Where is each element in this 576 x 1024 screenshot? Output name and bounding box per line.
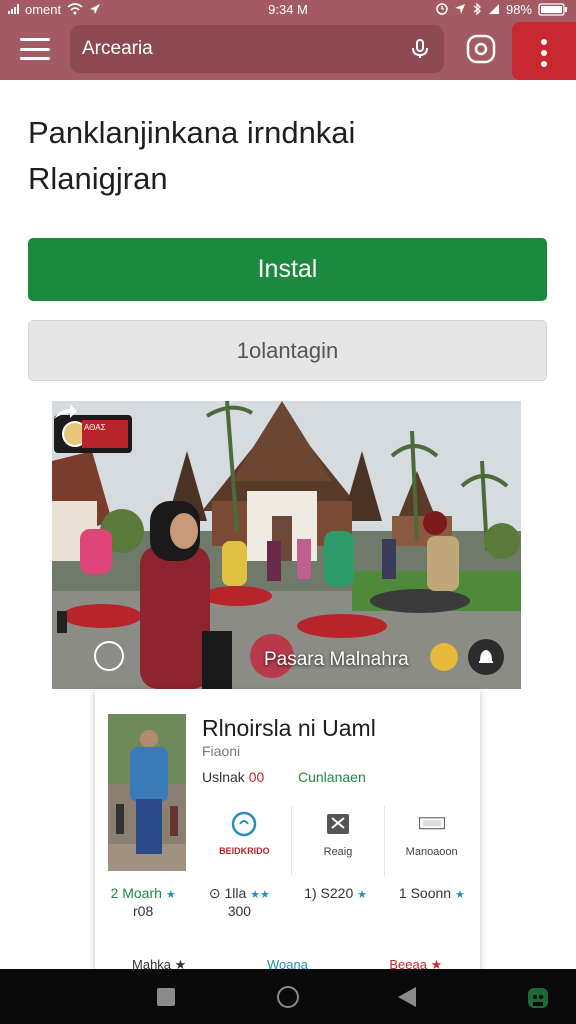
more-options-button[interactable] — [512, 22, 576, 80]
rating-value: 1 Soonn — [398, 885, 452, 901]
rating-value: 2 Moarh — [110, 885, 162, 901]
assistant-icon[interactable] — [526, 984, 550, 1010]
rating-value: 1) S220 — [304, 885, 354, 901]
screen-icon — [418, 817, 445, 830]
star-icon: ★ — [454, 889, 465, 901]
info-card[interactable]: Rlnoirsla ni Uaml Fiaoni Uslnak 00 Cunla… — [95, 689, 480, 979]
share-icon[interactable] — [52, 401, 78, 423]
search-input[interactable] — [82, 25, 382, 73]
mic-icon[interactable] — [408, 37, 432, 61]
bell-icon — [479, 650, 493, 663]
stats-row: BEIDKRIDO Reaig Manoaoon — [198, 806, 478, 876]
home-icon[interactable] — [277, 986, 299, 1008]
rating-sub: 300 — [227, 903, 252, 919]
card-photo-scene — [108, 714, 186, 871]
system-nav-bar — [0, 969, 576, 1024]
back-icon[interactable] — [398, 987, 416, 1007]
ratings-row: 2 Moarh ★ r08 ⊙ 1lla ★★ 300 1) S220 ★ 1 … — [95, 885, 480, 919]
menu-icon[interactable] — [20, 38, 50, 60]
coin-icon — [430, 643, 458, 671]
rating-value: ⊙ 1lla — [208, 885, 247, 901]
card-meta-link[interactable]: Cunlanaen — [298, 769, 366, 785]
hero-action-button[interactable] — [468, 639, 504, 675]
page-title-line2: Rlanigjran — [28, 161, 168, 196]
recents-icon[interactable] — [157, 988, 175, 1006]
card-meta-label: Uslnak — [202, 769, 245, 785]
rating-item[interactable]: 2 Moarh ★ r08 — [95, 885, 191, 919]
hero-image[interactable]: ΑΘΑΣ Pasara Malnahra — [52, 401, 521, 689]
status-bar: oment 9:34 M 98% — [0, 0, 576, 18]
page-title: Panklanjinkana irndnkai Rlanigjran — [28, 110, 558, 202]
install-button[interactable]: Instal — [28, 238, 547, 301]
clock-icon — [232, 811, 257, 837]
replay-icon[interactable] — [94, 641, 124, 671]
star-icon: ★ — [357, 889, 368, 901]
stat-label: BEIDKRIDO — [219, 846, 270, 856]
card-title: Rlnoirsla ni Uaml — [202, 715, 376, 741]
stat-item[interactable]: Reaig — [290, 806, 385, 876]
secondary-button[interactable]: 1olantagin — [28, 320, 547, 381]
star-icon: ★★ — [250, 889, 270, 901]
stat-item[interactable]: Manoaoon — [384, 806, 478, 876]
status-time: 9:34 M — [268, 1, 308, 17]
stat-label: Manoaoon — [405, 846, 458, 858]
card-meta-accent: 00 — [248, 769, 265, 785]
app-bar — [0, 18, 576, 80]
stat-label: Reaig — [323, 846, 353, 858]
lens-icon[interactable] — [465, 33, 497, 65]
rating-item[interactable]: 1) S220 ★ — [288, 885, 384, 919]
card-subtitle: Fiaoni — [202, 743, 241, 759]
search-box[interactable] — [70, 25, 444, 73]
star-icon: ★ — [165, 889, 176, 901]
stat-item[interactable]: BEIDKRIDO — [198, 806, 291, 876]
hero-caption: Pasara Malnahra — [264, 649, 409, 670]
more-vert-icon — [541, 39, 547, 67]
rating-sub: r08 — [133, 903, 154, 919]
rating-item[interactable]: 1 Soonn ★ — [384, 885, 480, 919]
card-meta: Uslnak 00 — [202, 769, 264, 785]
rating-item[interactable]: ⊙ 1lla ★★ 300 — [191, 885, 287, 919]
tools-icon — [327, 814, 349, 834]
channel-badge-label: ΑΘΑΣ — [82, 420, 128, 448]
card-photo — [108, 714, 186, 871]
page-title-line1: Panklanjinkana irndnkai — [28, 115, 356, 150]
